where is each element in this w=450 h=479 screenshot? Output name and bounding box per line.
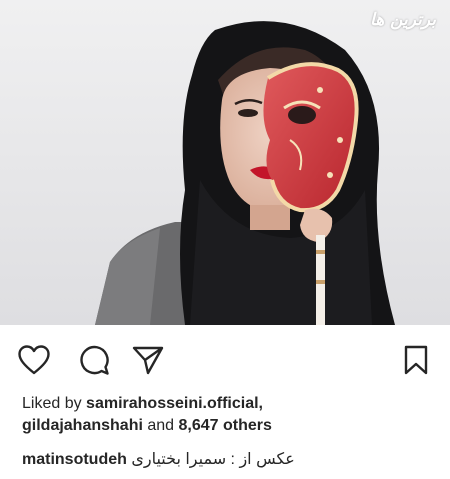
liker-username-1[interactable]: samirahosseini.official, [86,395,263,412]
bookmark-icon [404,345,428,375]
liker-username-2[interactable]: gildajahanshahi [22,417,143,434]
heart-outline-icon [18,345,50,375]
caption-username[interactable]: matinsotudeh [22,451,127,468]
liked-by-label: Liked by [22,395,82,412]
action-bar [0,338,450,382]
paper-plane-icon [132,346,164,375]
share-button[interactable] [130,342,166,378]
likes-summary: Liked by samirahosseini.official, gildaj… [22,393,442,437]
instagram-post: برترین ها Liked by samirahosseini.offici… [0,0,450,479]
caption-text: عکس از : سمیرا بختیاری [131,451,295,468]
save-button[interactable] [398,342,434,378]
portrait-illustration [0,0,450,325]
like-button[interactable] [16,342,52,378]
watermark-logo: برترین ها [370,10,436,30]
others-count-link[interactable]: 8,647 others [179,417,272,434]
post-photo[interactable]: برترین ها [0,0,450,325]
post-caption: matinsotudeh عکس از : سمیرا بختیاری [22,449,442,471]
and-label: and [147,417,175,434]
comment-bubble-icon [80,345,109,375]
comment-button[interactable] [76,342,112,378]
